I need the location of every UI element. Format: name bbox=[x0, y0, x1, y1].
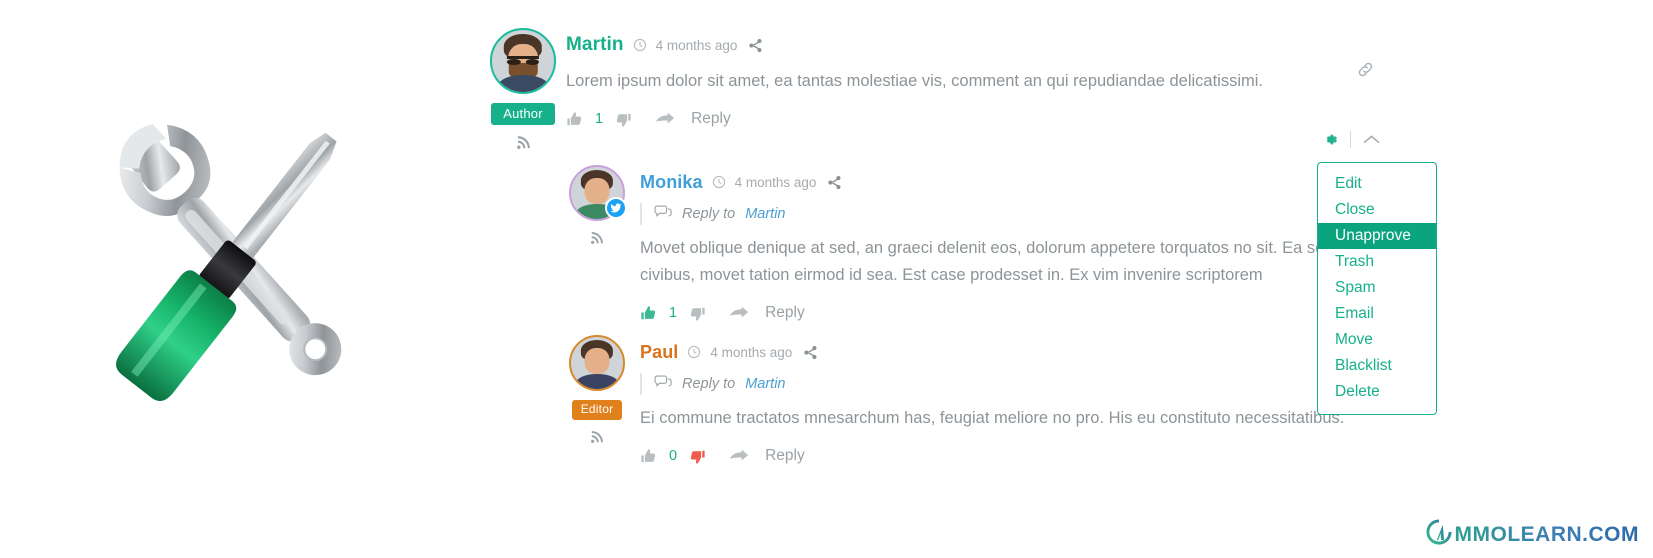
comment-meta-row: Monika 4 months ago bbox=[640, 169, 1400, 195]
comment-bubbles-icon bbox=[654, 204, 672, 224]
comment-thread: Author Martin 4 months ago Lorem ipsum d… bbox=[480, 28, 1400, 468]
reply-button[interactable]: Reply bbox=[765, 304, 805, 322]
menu-item-spam[interactable]: Spam bbox=[1318, 275, 1436, 301]
tools-illustration-svg bbox=[116, 123, 342, 402]
avatar-column: Editor bbox=[554, 335, 640, 449]
avatar-glasses bbox=[506, 56, 540, 66]
share-icon[interactable] bbox=[748, 38, 763, 53]
thread-tools bbox=[1322, 131, 1381, 148]
comment-body: Martin 4 months ago Lorem ipsum dolor si… bbox=[566, 28, 1400, 131]
avatar-face bbox=[584, 178, 610, 205]
avatar[interactable] bbox=[490, 28, 556, 94]
thumbs-up-icon[interactable] bbox=[640, 305, 657, 322]
avatar-face bbox=[584, 348, 610, 375]
vote-count: 1 bbox=[595, 111, 604, 127]
avatar-wrapper bbox=[569, 335, 625, 391]
author-name[interactable]: Martin bbox=[566, 34, 624, 56]
reply-arrow-icon bbox=[655, 111, 675, 127]
comment-item-monika: Monika 4 months ago Reply to Martin Move… bbox=[554, 165, 1400, 325]
vote-count: 1 bbox=[669, 305, 678, 321]
menu-item-move[interactable]: Move bbox=[1318, 327, 1436, 353]
comment-bubbles-icon bbox=[654, 374, 672, 394]
avatar-body bbox=[576, 374, 618, 389]
clock-icon bbox=[633, 38, 647, 52]
comment-meta-row: Paul 4 months ago bbox=[640, 339, 1400, 365]
rss-icon[interactable] bbox=[590, 231, 604, 250]
menu-item-delete[interactable]: Delete bbox=[1318, 379, 1436, 405]
chevron-up-icon[interactable] bbox=[1362, 133, 1381, 146]
reply-button[interactable]: Reply bbox=[691, 110, 731, 128]
menu-item-trash[interactable]: Trash bbox=[1318, 249, 1436, 275]
reply-to-label: Reply to bbox=[682, 376, 736, 392]
moderation-menu[interactable]: Edit Close Unapprove Trash Spam Email Mo… bbox=[1317, 162, 1437, 415]
reply-to-row: Reply to Martin bbox=[640, 373, 1400, 395]
share-icon[interactable] bbox=[827, 175, 842, 190]
comment-actions-row: 0 Reply bbox=[640, 444, 1400, 468]
thumbs-down-icon[interactable] bbox=[689, 305, 706, 322]
rss-icon[interactable] bbox=[590, 430, 604, 449]
watermark: MMOLEARN.COM bbox=[1424, 517, 1639, 552]
thumbs-up-icon[interactable] bbox=[566, 111, 583, 128]
reply-to-target[interactable]: Martin bbox=[745, 206, 785, 222]
avatar-column: Author bbox=[480, 28, 566, 155]
comment-meta-row: Martin 4 months ago bbox=[566, 32, 1400, 58]
clock-icon bbox=[712, 175, 726, 189]
timestamp: 4 months ago bbox=[734, 174, 817, 190]
reply-arrow-icon bbox=[729, 448, 749, 464]
comment-text: Ei commune tractatos mnesarchum has, feu… bbox=[640, 409, 1345, 427]
menu-item-email[interactable]: Email bbox=[1318, 301, 1436, 327]
comment-body: Monika 4 months ago Reply to Martin Move… bbox=[640, 165, 1400, 325]
vote-count: 0 bbox=[669, 448, 678, 464]
comment-item-paul: Editor Paul 4 months ago Reply to Martin… bbox=[554, 335, 1400, 468]
reply-arrow-icon bbox=[729, 305, 749, 321]
comment-text: Movet oblique denique at sed, an graeci … bbox=[640, 239, 1351, 284]
avatar-body bbox=[498, 74, 548, 92]
timestamp: 4 months ago bbox=[655, 37, 738, 53]
mmolearn-logo-icon bbox=[1424, 517, 1454, 552]
timestamp: 4 months ago bbox=[710, 344, 793, 360]
comment-actions-row: 1 Reply bbox=[566, 107, 1400, 131]
menu-item-unapprove[interactable]: Unapprove bbox=[1318, 223, 1436, 249]
comment-body: Paul 4 months ago Reply to Martin Ei com… bbox=[640, 335, 1400, 468]
menu-item-close[interactable]: Close bbox=[1318, 197, 1436, 223]
reply-to-label: Reply to bbox=[682, 206, 736, 222]
author-name[interactable]: Paul bbox=[640, 342, 678, 363]
reply-to-target[interactable]: Martin bbox=[745, 376, 785, 392]
author-name[interactable]: Monika bbox=[640, 172, 703, 193]
reply-to-row: Reply to Martin bbox=[640, 203, 1400, 225]
share-icon[interactable] bbox=[803, 345, 818, 360]
role-badge-editor: Editor bbox=[571, 400, 623, 420]
avatar-wrapper bbox=[569, 165, 627, 221]
comment-actions-row: 1 Reply bbox=[640, 301, 1400, 325]
thumbs-up-icon[interactable] bbox=[640, 448, 657, 465]
thumbs-down-icon[interactable] bbox=[615, 111, 632, 128]
role-badge-author: Author bbox=[491, 103, 555, 125]
twitter-icon[interactable] bbox=[605, 197, 627, 219]
tools-illustration bbox=[70, 80, 400, 440]
link-icon[interactable] bbox=[1356, 60, 1375, 84]
watermark-text: MMOLEARN.COM bbox=[1454, 522, 1639, 546]
avatar-wrapper bbox=[490, 28, 556, 94]
comment-text: Lorem ipsum dolor sit amet, ea tantas mo… bbox=[566, 72, 1263, 90]
comment-item-martin: Author Martin 4 months ago Lorem ipsum d… bbox=[480, 28, 1400, 155]
avatar[interactable] bbox=[569, 335, 625, 391]
avatar-column bbox=[554, 165, 640, 250]
menu-item-blacklist[interactable]: Blacklist bbox=[1318, 353, 1436, 379]
clock-icon bbox=[687, 345, 701, 359]
gear-icon[interactable] bbox=[1322, 131, 1339, 148]
rss-icon[interactable] bbox=[516, 135, 531, 155]
menu-item-edit[interactable]: Edit bbox=[1318, 171, 1436, 197]
tool-divider bbox=[1350, 131, 1351, 148]
thumbs-down-icon[interactable] bbox=[689, 448, 706, 465]
reply-button[interactable]: Reply bbox=[765, 447, 805, 465]
